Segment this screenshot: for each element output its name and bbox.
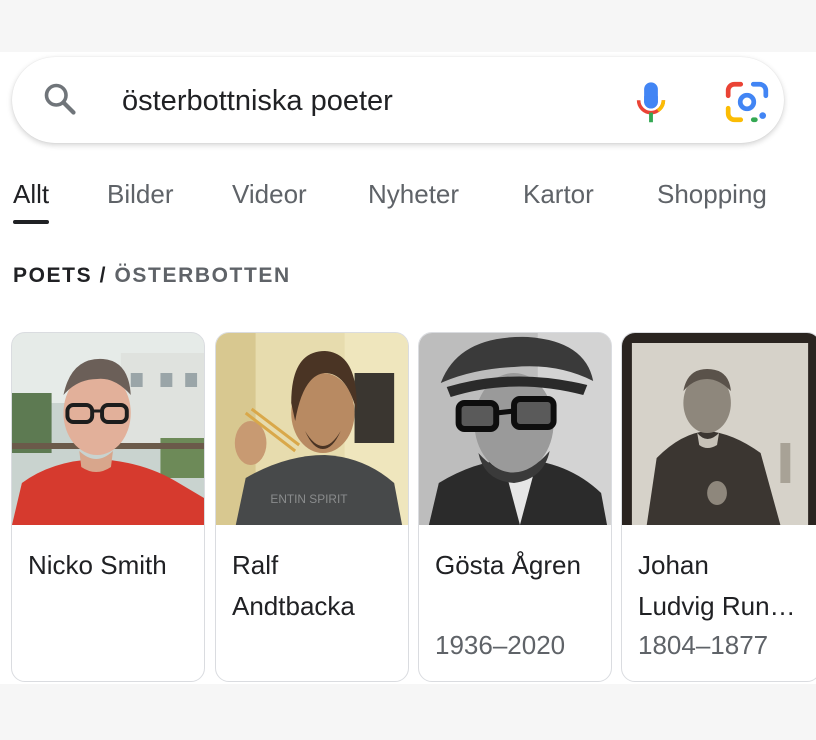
tab-videor[interactable]: Videor (232, 166, 307, 226)
tab-shopping[interactable]: Shopping (657, 166, 767, 226)
lens-icon[interactable] (724, 81, 770, 123)
person-name-line1: Nicko Smith (28, 550, 167, 580)
person-name-line1: Ralf (232, 550, 279, 580)
section-subtitle: ÖSTERBOTTEN (114, 264, 291, 287)
person-photo (622, 333, 816, 525)
person-name-line2: Ludvig Runeberg (638, 591, 802, 621)
tab-nyheter[interactable]: Nyheter (368, 166, 459, 226)
search-bar[interactable]: österbottniska poeter (12, 57, 784, 143)
person-name: Johan Ludvig Runeberg (638, 545, 806, 627)
person-name-line1: Johan (638, 550, 709, 580)
person-card[interactable]: ENTIN SPIRIT Ralf Andtbacka (215, 332, 409, 682)
svg-text:ENTIN SPIRIT: ENTIN SPIRIT (270, 492, 348, 506)
tab-bilder[interactable]: Bilder (107, 166, 173, 226)
person-photo: ENTIN SPIRIT (216, 333, 408, 525)
person-name: Ralf Andtbacka (232, 545, 400, 627)
person-photo (12, 333, 204, 525)
person-card[interactable]: Johan Ludvig Runeberg 1804–1877 (621, 332, 816, 682)
person-years: 1804–1877 (638, 630, 769, 660)
tab-allt[interactable]: Allt (13, 166, 50, 226)
person-years: 1936–2020 (435, 630, 566, 660)
person-name: Gösta Ågren (435, 545, 603, 586)
person-name-line2: Andtbacka (232, 591, 355, 621)
person-card[interactable]: Nicko Smith (11, 332, 205, 682)
mic-icon[interactable] (634, 81, 668, 125)
section-title: POETS (13, 264, 93, 287)
section-separator: / (99, 264, 108, 287)
search-input[interactable]: österbottniska poeter (122, 57, 393, 143)
search-icon[interactable] (42, 81, 78, 117)
search-tabs: Allt Bilder Videor Nyheter Kartor Shoppi… (0, 166, 816, 226)
person-name-line1: Gösta Ågren (435, 550, 581, 580)
results-panel: österbottniska poeter Allt Bilder Videor… (0, 52, 816, 684)
section-heading[interactable]: POETS / ÖSTERBOTTEN (13, 264, 291, 288)
person-card[interactable]: Gösta Ågren 1936–2020 (418, 332, 612, 682)
person-photo (419, 333, 611, 525)
person-name: Nicko Smith (28, 545, 196, 586)
tab-kartor[interactable]: Kartor (523, 166, 594, 226)
